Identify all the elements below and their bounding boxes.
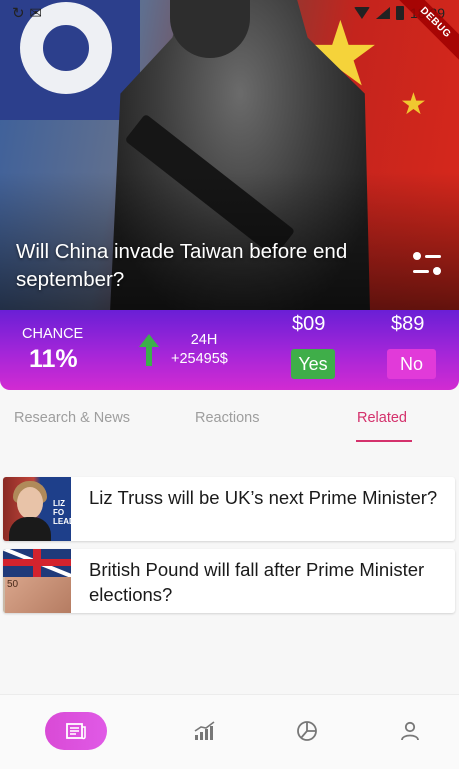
yes-price: $09 [292, 313, 326, 335]
china-flag-small-star: ★ [400, 87, 427, 122]
related-market-item[interactable]: LIZ FOLEAD Liz Truss will be UK’s next P… [3, 477, 455, 541]
status-notification-icons: ↻ ✉ [12, 4, 42, 22]
active-tab-indicator [356, 440, 412, 442]
related-market-title: Liz Truss will be UK’s next Prime Minist… [89, 487, 438, 508]
stats-chart-icon [194, 721, 215, 740]
nav-stats[interactable] [190, 711, 220, 751]
hero-banner: ★ ★ ↻ ✉ 18:29 DEBUG Will China invade Ta… [0, 0, 459, 312]
arrow-up-icon [139, 334, 159, 366]
content-tabs: Research & News Reactions Related [0, 398, 459, 446]
filter-settings-icon[interactable] [413, 252, 441, 278]
wifi-icon [353, 7, 370, 19]
related-market-title: British Pound will fall after Prime Mini… [89, 559, 425, 605]
chance-value: 11% [29, 345, 78, 373]
nav-profile[interactable] [395, 711, 425, 751]
status-bar: ↻ ✉ 18:29 [0, 0, 459, 26]
bottom-navigation [0, 694, 459, 769]
user-icon [401, 721, 419, 741]
liz-truss-thumbnail: LIZ FOLEAD [3, 477, 71, 541]
signal-icon [375, 7, 390, 19]
period-label: 24H [190, 332, 218, 348]
market-summary-bar: CHANCE 11% 24H +25495$ $09 $89 Yes No [0, 310, 459, 390]
nav-portfolio[interactable] [292, 711, 322, 751]
pound-notes-thumbnail: 50 [3, 549, 71, 613]
battery-icon [395, 6, 404, 20]
tab-research-news[interactable]: Research & News [14, 410, 130, 426]
volume-change: +25495$ [171, 351, 228, 367]
app-screen: ★ ★ ↻ ✉ 18:29 DEBUG Will China invade Ta… [0, 0, 459, 769]
no-price: $89 [391, 313, 425, 335]
tab-related[interactable]: Related [357, 410, 407, 426]
news-icon [66, 723, 86, 740]
related-market-item[interactable]: 50 British Pound will fall after Prime M… [3, 549, 455, 613]
no-button[interactable]: No [387, 349, 436, 379]
nav-news[interactable] [45, 712, 107, 750]
market-question-title: Will China invade Taiwan before end sept… [16, 240, 348, 291]
tab-reactions[interactable]: Reactions [195, 410, 259, 426]
yes-button[interactable]: Yes [291, 349, 335, 379]
pie-chart-icon [297, 721, 317, 741]
chance-label: CHANCE [22, 326, 84, 342]
